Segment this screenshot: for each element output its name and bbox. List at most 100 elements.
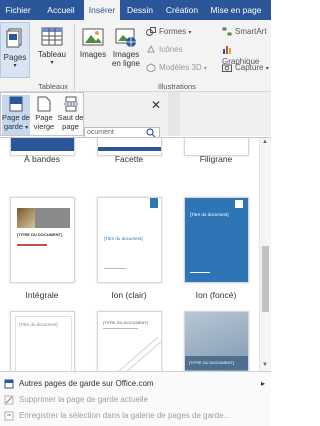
search-text: ocument <box>87 129 114 136</box>
cube-icon <box>146 63 156 73</box>
gallery-scrollbar[interactable]: ▲ ▼ <box>259 138 271 371</box>
icons-button[interactable]: Icônes <box>146 44 183 56</box>
page-break-label-2: page <box>62 122 79 131</box>
tab-mise-en-page[interactable]: Mise en page <box>206 0 266 20</box>
cover-thumb-ion-fonce[interactable]: [Titre du document] <box>184 197 249 283</box>
cover-page-label-1: Page de <box>2 113 30 122</box>
cover-label: Intégrale <box>25 290 59 300</box>
picture-icon <box>82 28 104 46</box>
cover-page-button[interactable]: Page de garde ▾ <box>2 95 30 135</box>
tab-accueil[interactable]: Accueil <box>40 0 82 20</box>
3d-models-button[interactable]: Modèles 3D ▾ <box>146 62 207 74</box>
thumb-line <box>190 272 210 273</box>
cover-page-label-2: garde <box>3 122 24 131</box>
ion-tab-shape <box>150 198 158 208</box>
close-icon[interactable]: ✕ <box>151 98 161 112</box>
chevron-down-icon: ▾ <box>265 66 269 72</box>
menu-item-save-selection[interactable]: Enregistrer la sélection dans la galerie… <box>0 408 271 424</box>
diagonal-lines <box>118 336 161 371</box>
thumb-line <box>104 268 126 269</box>
accent-line <box>17 244 47 246</box>
online-images-label-2: en ligne <box>111 59 141 68</box>
shapes-button[interactable]: Formes ▾ <box>146 26 191 38</box>
remove-page-icon <box>4 395 14 405</box>
images-label: Images <box>79 50 107 59</box>
chart-button[interactable]: Graphique <box>222 44 271 66</box>
chevron-down-icon: ▾ <box>203 66 207 72</box>
images-button[interactable]: Images <box>78 22 108 59</box>
pages-button[interactable]: Pages ▾ <box>0 22 30 78</box>
page-icon <box>4 379 14 389</box>
scroll-up-icon[interactable]: ▲ <box>262 139 268 145</box>
icons-label: Icônes <box>159 45 183 54</box>
tab-dessin[interactable]: Dessin <box>122 0 158 20</box>
thumb-line <box>103 328 138 329</box>
screenshot-label: Capture <box>235 63 264 72</box>
table-icon <box>41 27 63 46</box>
tab-creation[interactable]: Création <box>160 0 204 20</box>
shapes-label: Formes <box>159 27 187 36</box>
page-break-icon <box>63 96 78 112</box>
chevron-down-icon: ▾ <box>25 125 29 131</box>
online-images-label-1: Images <box>112 50 140 59</box>
cover-page-gallery: À bandes Facette Filigrane [TITRE DU DOC… <box>0 137 271 371</box>
cover-label: Filigrane <box>199 154 233 164</box>
thumb-title: [TITRE DU DOCUMENT] <box>103 320 148 325</box>
photo-placeholder <box>35 208 70 228</box>
thumb-title: [Titre du document] <box>104 236 143 241</box>
smartart-button[interactable]: SmartArt <box>222 26 267 38</box>
cover-page-icon <box>9 96 23 112</box>
cover-thumb-ion-clair[interactable]: [Titre du document] <box>97 197 162 283</box>
cover-label: Facette <box>114 154 144 164</box>
cover-thumb-row3-1[interactable]: [Titre du document] <box>10 311 75 371</box>
group-label-tableaux: Tableaux <box>38 82 69 91</box>
menu-item-remove-cover[interactable]: Supprimer la page de garde actuelle <box>0 392 271 408</box>
3d-models-label: Modèles 3D <box>159 63 202 72</box>
pages-icon <box>6 28 22 48</box>
menu-item-label: Autres pages de garde sur Office.com <box>19 379 154 388</box>
table-label: Tableau <box>37 50 67 59</box>
screenshot-button[interactable]: Capture ▾ <box>222 62 269 74</box>
shapes-icon <box>146 27 156 37</box>
chevron-right-icon: ▸ <box>261 379 266 388</box>
table-button[interactable]: Tableau ▾ <box>34 22 70 66</box>
blank-page-label-1: Page <box>35 113 53 122</box>
cover-label: Ion (clair) <box>111 290 147 300</box>
camera-icon <box>222 64 232 73</box>
cover-thumb-integrale[interactable]: [TITRE DU DOCUMENT] <box>10 197 75 283</box>
smartart-label: SmartArt <box>235 27 267 36</box>
ribbon-tab-bar: Fichier Accueil Insérer Dessin Création … <box>0 0 271 20</box>
online-images-button[interactable]: Images en ligne <box>110 22 142 68</box>
bar-chart-icon <box>223 46 231 55</box>
chevron-down-icon: ▾ <box>13 63 17 69</box>
scroll-down-icon[interactable]: ▼ <box>262 362 268 368</box>
menu-item-more-covers[interactable]: Autres pages de garde sur Office.com ▸ <box>0 376 271 392</box>
scrollbar-thumb[interactable] <box>262 246 269 312</box>
thumb-title: [TITRE DU DOCUMENT] <box>189 360 234 365</box>
blank-page-label-2: vierge <box>33 122 55 131</box>
photo-placeholder <box>17 208 35 228</box>
thumb-title: [Titre du document] <box>190 212 229 217</box>
page-break-button[interactable]: Saut de page <box>57 95 84 135</box>
page-break-label-1: Saut de <box>57 113 84 122</box>
cover-page-menu: Autres pages de garde sur Office.com ▸ S… <box>0 371 271 426</box>
thumb-title: [Titre du document] <box>19 322 58 327</box>
pages-dropdown: Page de garde ▾ Page vierge Saut de page <box>0 92 84 136</box>
ion-tab-shape <box>235 200 243 208</box>
tab-fichier[interactable]: Fichier <box>0 0 36 20</box>
menu-item-label: Enregistrer la sélection dans la galerie… <box>19 411 231 420</box>
group-label-illustrations: Illustrations <box>158 82 196 91</box>
cover-label: À bandes <box>24 154 60 164</box>
group-separator <box>74 24 75 90</box>
ion-dark-bg <box>185 198 248 282</box>
chevron-down-icon: ▾ <box>188 30 192 36</box>
cover-thumb-row3-3[interactable]: [TITRE DU DOCUMENT] <box>184 311 249 371</box>
menu-item-label: Supprimer la page de garde actuelle <box>19 395 148 404</box>
cover-thumb-row3-2[interactable]: [TITRE DU DOCUMENT] <box>97 311 162 371</box>
blank-page-button[interactable]: Page vierge <box>31 95 57 135</box>
online-picture-icon <box>115 28 136 47</box>
chevron-down-icon: ▾ <box>50 60 54 66</box>
band-shape <box>11 138 74 151</box>
tab-inserer[interactable]: Insérer <box>84 0 120 20</box>
smartart-icon <box>222 27 232 36</box>
